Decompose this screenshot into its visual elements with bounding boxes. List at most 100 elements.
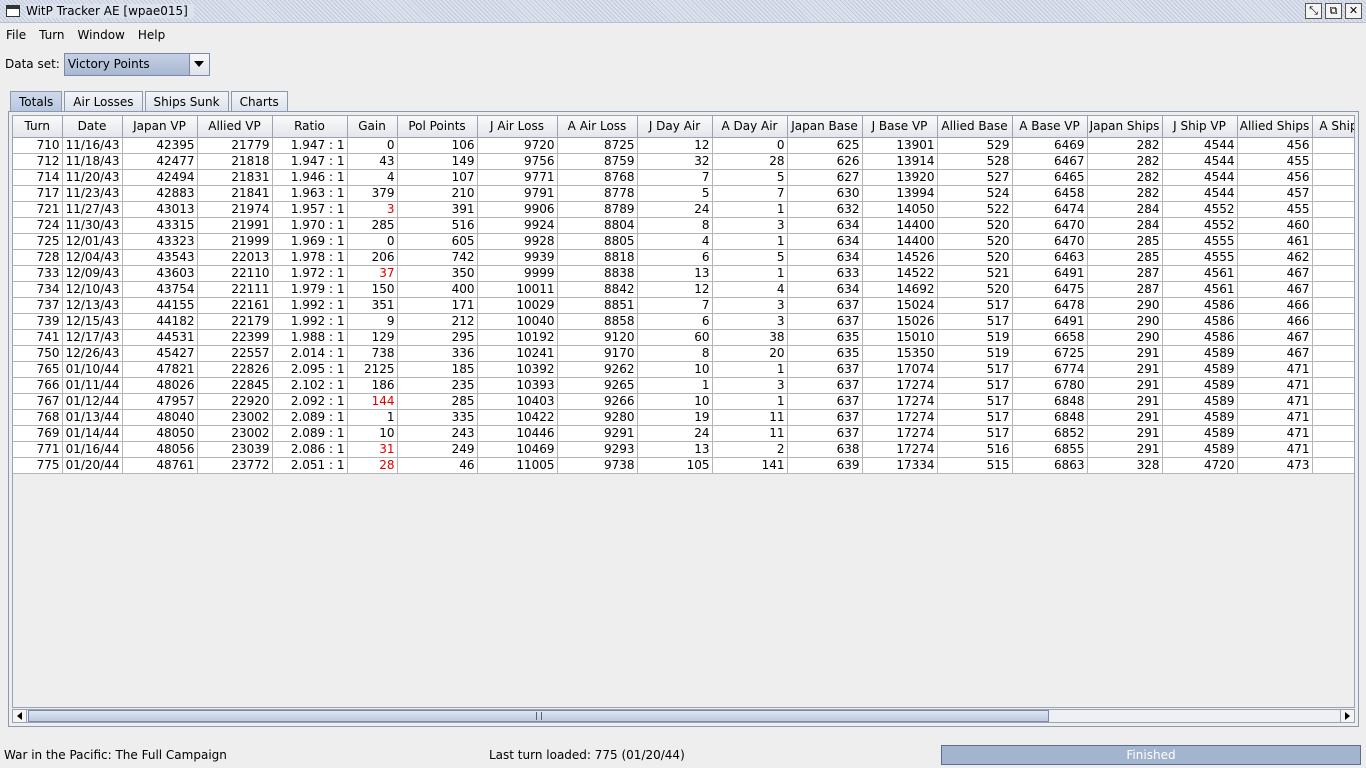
table-cell[interactable]: 48056 <box>122 441 198 458</box>
table-cell[interactable]: 43543 <box>122 249 198 266</box>
table-cell[interactable]: 22557 <box>197 345 273 362</box>
table-cell[interactable]: 22179 <box>197 313 273 330</box>
table-cell[interactable]: 4 <box>347 169 398 186</box>
table-cell[interactable]: 6474 <box>1012 201 1088 218</box>
table-cell[interactable]: 6467 <box>1012 153 1088 170</box>
table-cell[interactable]: 517 <box>937 409 1013 426</box>
table-cell[interactable]: 9771 <box>477 169 558 186</box>
table-cell[interactable]: 473 <box>1237 457 1313 474</box>
table-cell[interactable]: 9266 <box>557 393 638 410</box>
table-cell[interactable]: 12/04/43 <box>62 249 123 266</box>
table-cell[interactable]: 712 <box>13 153 63 170</box>
table-cell[interactable]: 714 <box>13 169 63 186</box>
table-cell[interactable]: 1 <box>712 361 788 378</box>
table-cell[interactable]: 721 <box>13 201 63 218</box>
table-cell[interactable]: 471 <box>1237 393 1313 410</box>
table-cell[interactable]: 11/16/43 <box>62 137 123 154</box>
column-header[interactable]: A Base VP <box>1012 116 1088 138</box>
table-cell[interactable]: 9999 <box>477 265 558 282</box>
table-cell[interactable]: 6458 <box>1012 185 1088 202</box>
table-cell[interactable]: 742 <box>397 249 478 266</box>
table-cell[interactable] <box>1312 425 1354 442</box>
table-cell[interactable]: 9738 <box>557 457 638 474</box>
table-cell[interactable]: 1.969 : 1 <box>272 233 348 250</box>
table-cell[interactable]: 15026 <box>862 313 938 330</box>
table-cell[interactable]: 4552 <box>1162 217 1238 234</box>
table-cell[interactable]: 6470 <box>1012 217 1088 234</box>
table-cell[interactable]: 765 <box>13 361 63 378</box>
table-cell[interactable]: 467 <box>1237 265 1313 282</box>
table-cell[interactable]: 516 <box>397 217 478 234</box>
table-cell[interactable]: 48050 <box>122 425 198 442</box>
table-cell[interactable]: 2.051 : 1 <box>272 457 348 474</box>
table-cell[interactable]: 6774 <box>1012 361 1088 378</box>
table-cell[interactable]: 4561 <box>1162 281 1238 298</box>
table-cell[interactable] <box>1312 201 1354 218</box>
table-cell[interactable]: 400 <box>397 281 478 298</box>
table-cell[interactable]: 6 <box>637 313 713 330</box>
table-cell[interactable]: 634 <box>787 217 863 234</box>
table-cell[interactable]: 0 <box>347 233 398 250</box>
table-cell[interactable]: 1 <box>712 265 788 282</box>
table-cell[interactable]: 9756 <box>477 153 558 170</box>
table-cell[interactable]: 6658 <box>1012 329 1088 346</box>
table-cell[interactable]: 725 <box>13 233 63 250</box>
table-cell[interactable]: 185 <box>397 361 478 378</box>
table-cell[interactable]: 21999 <box>197 233 273 250</box>
table-cell[interactable]: 13 <box>637 441 713 458</box>
table-cell[interactable]: 8789 <box>557 201 638 218</box>
table-cell[interactable]: 14400 <box>862 233 938 250</box>
table-cell[interactable]: 129 <box>347 329 398 346</box>
table-cell[interactable] <box>1312 345 1354 362</box>
table-row[interactable]: 712 11/18/43 42477 21818 1.947 : 1 43 149 9756 8… <box>13 153 1354 170</box>
table-cell[interactable]: 637 <box>787 297 863 314</box>
table-cell[interactable]: 7 <box>712 185 788 202</box>
table-row[interactable]: 724 11/30/43 43315 21991 1.970 : 1 285 516 9924… <box>13 217 1354 234</box>
table-cell[interactable]: 21841 <box>197 185 273 202</box>
table-cell[interactable]: 1.992 : 1 <box>272 313 348 330</box>
table-cell[interactable]: 171 <box>397 297 478 314</box>
table-row[interactable]: 741 12/17/43 44531 22399 1.988 : 1 129 295 1019… <box>13 329 1354 346</box>
table-cell[interactable]: 150 <box>347 281 398 298</box>
table-cell[interactable]: 626 <box>787 153 863 170</box>
table-cell[interactable]: 9170 <box>557 345 638 362</box>
table-cell[interactable]: 1.970 : 1 <box>272 217 348 234</box>
table-cell[interactable]: 291 <box>1087 345 1163 362</box>
table-cell[interactable]: 4 <box>712 281 788 298</box>
table-cell[interactable]: 2125 <box>347 361 398 378</box>
table-cell[interactable]: 2.014 : 1 <box>272 345 348 362</box>
table-cell[interactable]: 6780 <box>1012 377 1088 394</box>
table-cell[interactable]: 7 <box>637 169 713 186</box>
table-cell[interactable]: 282 <box>1087 153 1163 170</box>
scroll-right-icon[interactable] <box>1340 710 1354 722</box>
column-header[interactable]: Turn <box>13 116 63 138</box>
table-cell[interactable]: 336 <box>397 345 478 362</box>
table-cell[interactable]: 457 <box>1237 185 1313 202</box>
table-cell[interactable]: 4561 <box>1162 265 1238 282</box>
table-cell[interactable]: 455 <box>1237 201 1313 218</box>
table-cell[interactable]: 19 <box>637 409 713 426</box>
table-cell[interactable]: 1.992 : 1 <box>272 297 348 314</box>
table-cell[interactable]: 4589 <box>1162 393 1238 410</box>
table-cell[interactable]: 22111 <box>197 281 273 298</box>
table-row[interactable]: 721 11/27/43 43013 21974 1.957 : 1 3 391 9906 87… <box>13 201 1354 218</box>
table-cell[interactable]: 8768 <box>557 169 638 186</box>
table-cell[interactable]: 625 <box>787 137 863 154</box>
table-cell[interactable]: 01/13/44 <box>62 409 123 426</box>
table-cell[interactable]: 9293 <box>557 441 638 458</box>
table-cell[interactable]: 22110 <box>197 265 273 282</box>
table-row[interactable]: 771 01/16/44 48056 23039 2.086 : 1 31 249 10469… <box>13 441 1354 458</box>
table-cell[interactable]: 01/16/44 <box>62 441 123 458</box>
table-cell[interactable]: 328 <box>1087 457 1163 474</box>
column-header[interactable]: Date <box>62 116 123 138</box>
table-cell[interactable]: 466 <box>1237 297 1313 314</box>
table-cell[interactable]: 17274 <box>862 393 938 410</box>
table-cell[interactable]: 3 <box>712 313 788 330</box>
table-cell[interactable]: 42883 <box>122 185 198 202</box>
maximize-button[interactable]: ⧉ <box>1325 3 1342 19</box>
table-cell[interactable]: 47821 <box>122 361 198 378</box>
table-cell[interactable]: 284 <box>1087 217 1163 234</box>
table-cell[interactable]: 44182 <box>122 313 198 330</box>
table-cell[interactable]: 627 <box>787 169 863 186</box>
table-cell[interactable]: 335 <box>397 409 478 426</box>
